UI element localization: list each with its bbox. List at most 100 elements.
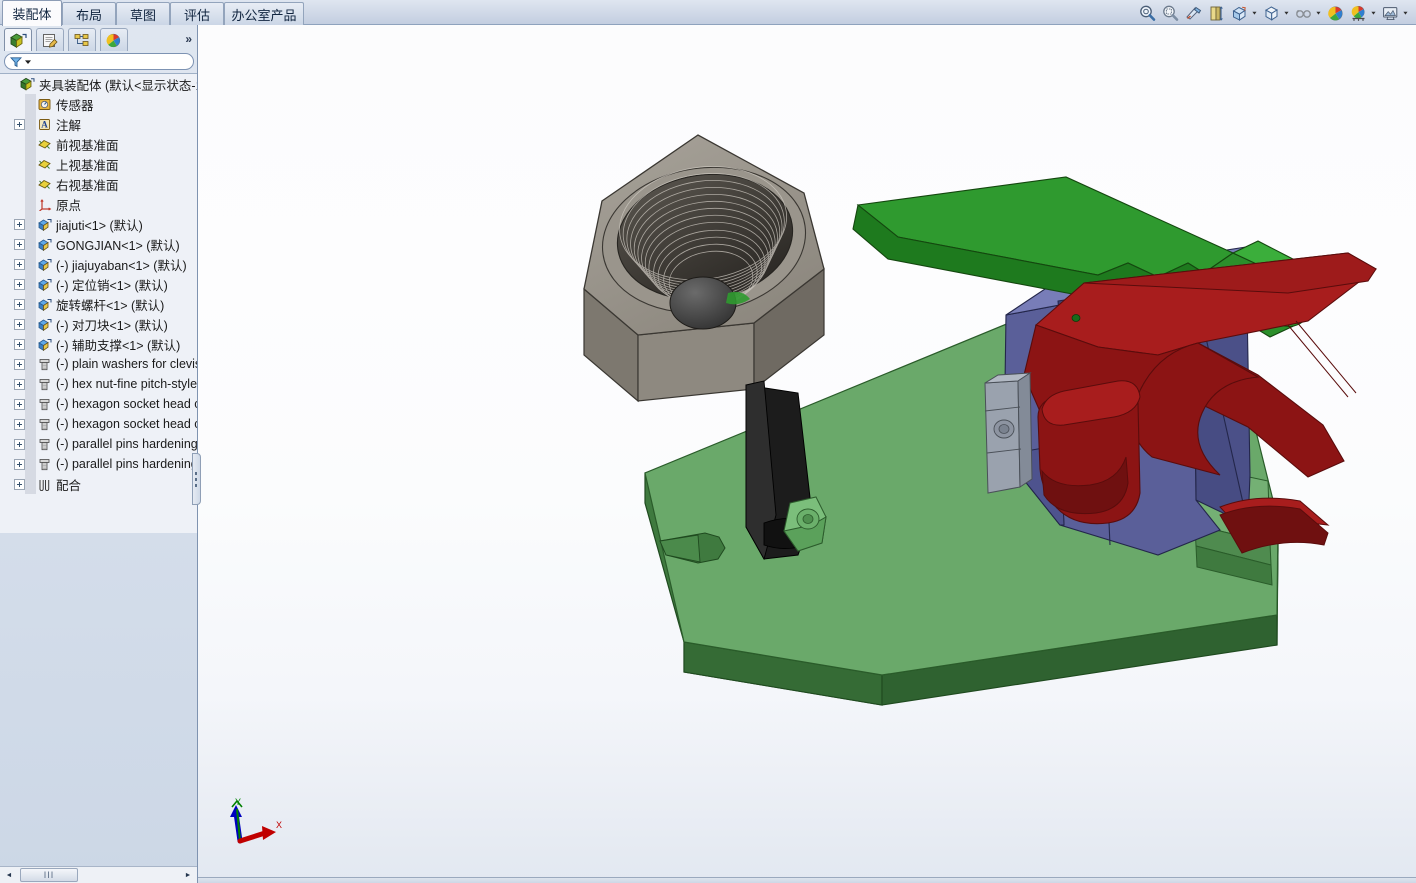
scroll-left-arrow-icon[interactable]: ◄ — [1, 868, 17, 883]
apply-scene-glasses-icon[interactable] — [1292, 3, 1314, 24]
hide-show-items-icon[interactable] — [1260, 3, 1282, 24]
tree-item-hex-nut[interactable]: (-) hex nut-fine pitch-style — [0, 374, 197, 394]
tab-evaluate-label: 评估 — [183, 7, 210, 23]
tree-item-label: (-) hex nut-fine pitch-style — [56, 377, 197, 391]
tree-item-label: (-) 对刀块<1> (默认) — [56, 318, 168, 333]
scroll-right-arrow-icon[interactable]: ► — [180, 868, 196, 883]
apply-scene-button[interactable] — [1347, 2, 1378, 24]
apply-scene-icon[interactable] — [1347, 3, 1369, 24]
tab-sketch[interactable]: 草图 — [116, 2, 170, 25]
expander[interactable] — [14, 358, 25, 370]
section-view-button[interactable] — [1182, 2, 1204, 24]
tree-item-sensors[interactable]: 传感器 — [0, 94, 197, 114]
view-settings-icon[interactable] — [1379, 3, 1401, 24]
expander[interactable] — [14, 398, 25, 410]
tree-item-top-plane[interactable]: 上视基准面 — [0, 154, 197, 174]
zoom-to-area-icon[interactable] — [1159, 3, 1181, 24]
tree-item-assembly-root[interactable]: 夹具装配体 (默认<显示状态-1> — [0, 74, 197, 94]
tree-item-plain-washers[interactable]: (-) plain washers for clevis — [0, 354, 197, 374]
tree-item-mates[interactable]: 配合 — [0, 474, 197, 494]
hide-show-items-button[interactable] — [1260, 2, 1291, 24]
tree-item-jiajuyaban[interactable]: (-) jiajuyaban<1> (默认) — [0, 254, 197, 274]
tree-connector — [25, 94, 36, 114]
assembly-icon — [19, 77, 36, 91]
expander[interactable] — [14, 238, 25, 250]
tree-item-hexagon-socket-head-1[interactable]: (-) hexagon socket head c — [0, 394, 197, 414]
expander[interactable] — [14, 478, 25, 490]
tree-item-fuzhuzhicheng[interactable]: (-) 辅助支撑<1> (默认) — [0, 334, 197, 354]
expander[interactable] — [14, 338, 25, 350]
expander[interactable] — [14, 458, 25, 470]
tree-item-origin[interactable]: 原点 — [0, 194, 197, 214]
expander[interactable] — [14, 278, 25, 290]
zoom-to-area-button[interactable] — [1159, 2, 1181, 24]
tree-item-label: (-) hexagon socket head c — [56, 397, 197, 411]
tab-layout[interactable]: 布局 — [62, 2, 116, 25]
fixture-assembly-model[interactable] — [198, 25, 1416, 883]
zoom-to-fit-button[interactable] — [1136, 2, 1158, 24]
feature-tree-filter[interactable] — [4, 53, 194, 70]
section-view-icon[interactable] — [1182, 3, 1204, 24]
tree-item-gongjian[interactable]: GONGJIAN<1> (默认) — [0, 234, 197, 254]
display-style-icon[interactable] — [1228, 3, 1250, 24]
apply-scene-glasses-dropdown-arrow[interactable] — [1314, 3, 1323, 24]
tree-connector — [25, 454, 36, 474]
tree-item-jiajuti[interactable]: jiajuti<1> (默认) — [0, 214, 197, 234]
fastener-icon — [36, 418, 53, 431]
zoom-to-fit-icon[interactable] — [1136, 3, 1158, 24]
view-orientation-button[interactable] — [1205, 2, 1227, 24]
feature-manager-panel: » 夹具装配体 (默认<显示状态-1> 传感器 A 注解 前视基准面 上视基准面… — [0, 25, 201, 883]
panel-tab-feature-manager[interactable] — [4, 28, 32, 51]
edit-appearance-button[interactable] — [1324, 2, 1346, 24]
tree-item-parallel-pins-1[interactable]: (-) parallel pins hardening — [0, 434, 197, 454]
tree-item-right-plane[interactable]: 右视基准面 — [0, 174, 197, 194]
feature-tree[interactable]: 夹具装配体 (默认<显示状态-1> 传感器 A 注解 前视基准面 上视基准面 右… — [0, 73, 197, 533]
tab-assembly[interactable]: 装配体 — [2, 0, 62, 26]
fastener-icon — [36, 398, 53, 411]
graphics-viewport[interactable]: Y X — [198, 25, 1416, 883]
panel-tab-property-manager[interactable] — [36, 28, 64, 51]
panel-tabs-overflow-button[interactable]: » — [185, 32, 192, 46]
view-orientation-icon[interactable] — [1205, 3, 1227, 24]
tree-connector — [25, 354, 36, 374]
tree-connector — [25, 114, 36, 134]
tab-evaluate[interactable]: 评估 — [170, 2, 224, 25]
tool-setting-block[interactable] — [984, 372, 1033, 494]
expander[interactable] — [14, 298, 25, 310]
expander[interactable] — [14, 318, 25, 330]
edit-appearance-icon[interactable] — [1324, 3, 1346, 24]
panel-splitter-handle[interactable] — [192, 453, 201, 505]
panel-tab-display-manager[interactable] — [100, 28, 128, 51]
tree-item-hexagon-socket-head-2[interactable]: (-) hexagon socket head c — [0, 414, 197, 434]
tree-item-annotations[interactable]: A 注解 — [0, 114, 197, 134]
display-style-button[interactable] — [1228, 2, 1259, 24]
apply-scene-glasses-button[interactable] — [1292, 2, 1323, 24]
tree-item-duidaokuai[interactable]: (-) 对刀块<1> (默认) — [0, 314, 197, 334]
hscroll-track[interactable] — [78, 868, 179, 883]
panel-tab-configuration[interactable] — [68, 28, 96, 51]
view-settings-button[interactable] — [1379, 2, 1410, 24]
feature-tree-hscrollbar[interactable]: ◄ III ► — [0, 866, 197, 883]
tree-item-xuanzhuanluogan[interactable]: 旋转螺杆<1> (默认) — [0, 294, 197, 314]
tree-connector — [25, 374, 36, 394]
fastener-icon — [36, 358, 53, 371]
tab-office-products-label: 办公室产品 — [231, 7, 297, 23]
tree-item-dingweixiao[interactable]: (-) 定位销<1> (默认) — [0, 274, 197, 294]
tree-connector — [25, 274, 36, 294]
expander[interactable] — [14, 418, 25, 430]
apply-scene-dropdown-arrow[interactable] — [1369, 3, 1378, 24]
display-style-dropdown-arrow[interactable] — [1250, 3, 1259, 24]
property-manager-icon — [42, 33, 58, 48]
hscroll-thumb[interactable]: III — [20, 868, 78, 882]
expander[interactable] — [14, 258, 25, 270]
tree-item-front-plane[interactable]: 前视基准面 — [0, 134, 197, 154]
tab-office-products[interactable]: 办公室产品 — [224, 2, 304, 25]
hex-nut[interactable] — [583, 134, 825, 403]
tree-item-parallel-pins-2[interactable]: (-) parallel pins hardening — [0, 454, 197, 474]
expander[interactable] — [14, 438, 25, 450]
expander[interactable] — [14, 378, 25, 390]
expander[interactable] — [14, 218, 25, 230]
view-settings-dropdown-arrow[interactable] — [1401, 3, 1410, 24]
expander[interactable] — [14, 118, 25, 130]
hide-show-items-dropdown-arrow[interactable] — [1282, 3, 1291, 24]
